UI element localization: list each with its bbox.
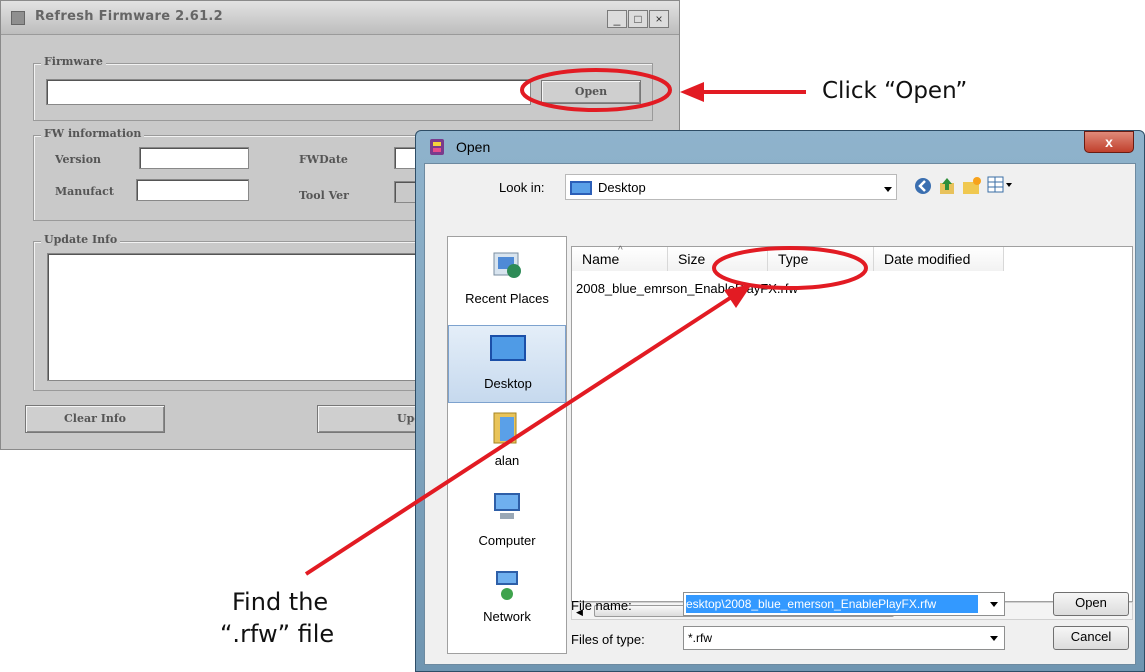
annotation-find-line2: “.rfw” file [220, 620, 335, 648]
open-arrow-head [680, 82, 704, 102]
file-highlight [712, 246, 868, 290]
annotation-layer [304, 68, 868, 576]
annotation-find-line1: Find the [232, 588, 329, 616]
file-arrow-line [304, 296, 732, 576]
open-button-highlight [520, 68, 672, 112]
file-arrow-head [724, 284, 752, 308]
annotation-click-open: Click “Open” [822, 78, 968, 104]
